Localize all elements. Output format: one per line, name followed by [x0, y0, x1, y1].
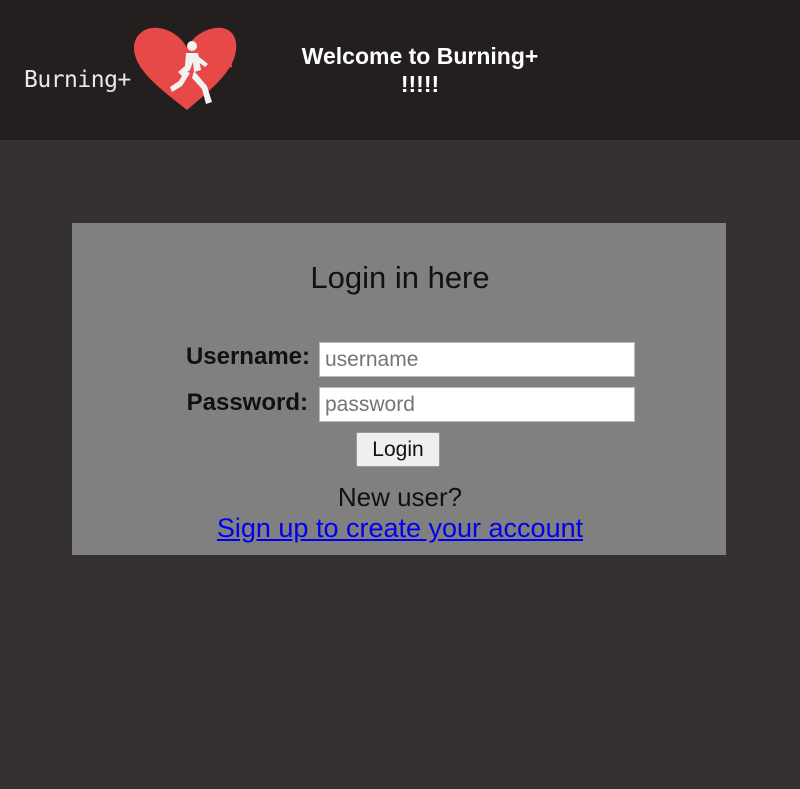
site-header: Burning+ Welcome to Burning+ !!!!!	[0, 0, 800, 140]
welcome-line-2: !!!!!	[400, 71, 440, 97]
login-button[interactable]: Login	[356, 432, 440, 467]
username-input[interactable]	[319, 342, 635, 377]
welcome-heading: Welcome to Burning+ !!!!!	[260, 42, 580, 98]
login-title: Login in here	[310, 260, 490, 295]
logo-text: Burning+	[24, 67, 131, 93]
password-input[interactable]	[319, 387, 635, 422]
username-label: Username:	[185, 343, 310, 370]
signup-link-container: Sign up to create your account	[0, 513, 800, 544]
welcome-line-1: Welcome to Burning+	[301, 43, 539, 69]
password-label: Password:	[186, 389, 308, 416]
burning-plus-logo[interactable]: Burning+	[22, 26, 237, 110]
signup-link[interactable]: Sign up to create your account	[217, 513, 583, 543]
new-user-text: New user?	[337, 482, 463, 512]
